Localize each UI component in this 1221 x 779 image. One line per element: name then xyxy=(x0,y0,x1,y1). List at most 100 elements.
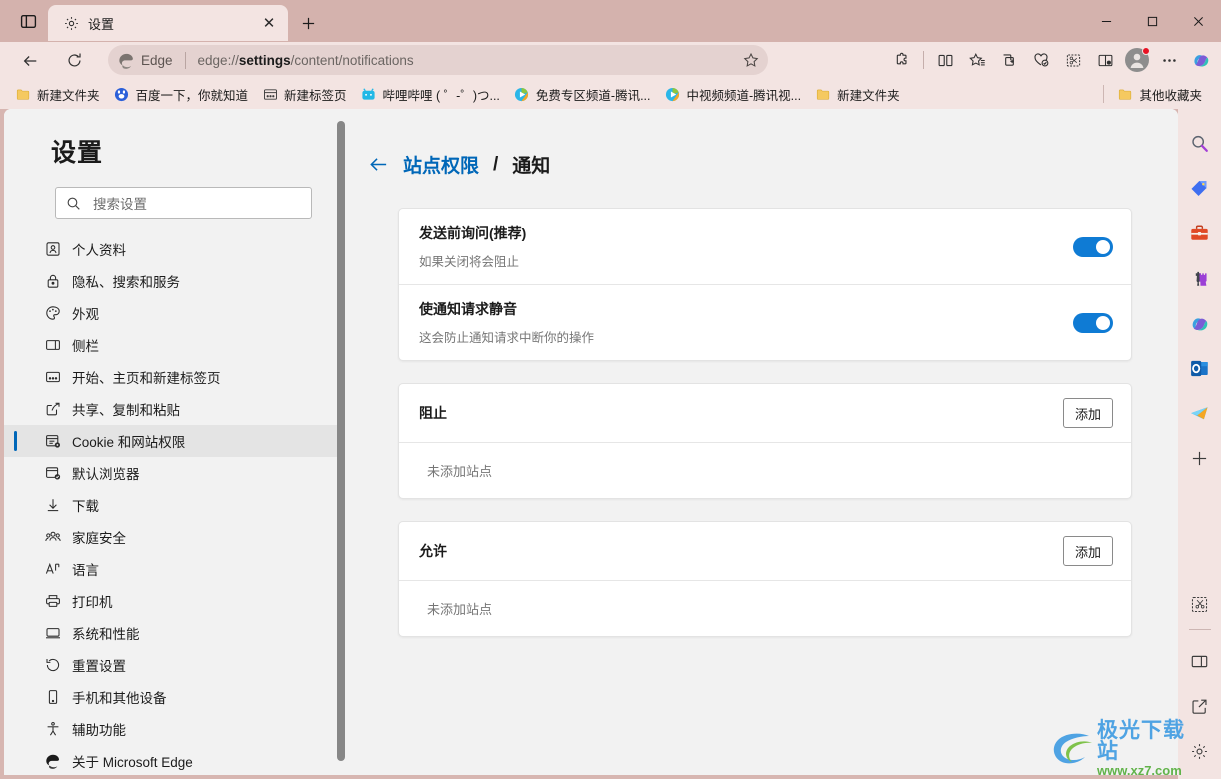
sidebar-item-label: 个人资料 xyxy=(72,243,126,258)
maximize-button[interactable] xyxy=(1129,0,1175,42)
sidebar-item-about-edge[interactable]: 关于 Microsoft Edge xyxy=(4,745,342,775)
sidebar-item-appearance[interactable]: 外观 xyxy=(4,297,342,329)
allow-list-empty: 未添加站点 xyxy=(399,580,1131,636)
bookmark-item[interactable]: 百度一下，你就知道 xyxy=(107,82,256,107)
other-favorites-button[interactable]: 其他收藏夹 xyxy=(1110,82,1209,107)
sidebar-item-system-performance[interactable]: 系统和性能 xyxy=(4,617,342,649)
copilot-icon[interactable] xyxy=(1185,45,1217,75)
new-tab-button[interactable] xyxy=(294,9,322,37)
setting-row-quiet-notification-requests[interactable]: 使通知请求静音 这会防止通知请求中断你的操作 xyxy=(399,284,1131,360)
block-list-title: 阻止 xyxy=(419,405,447,421)
bookmark-item[interactable]: 中视频频道-腾讯视... xyxy=(658,82,809,107)
allow-list-card: 允许 添加 未添加站点 xyxy=(398,521,1132,637)
breadcrumb-separator: / xyxy=(493,153,499,175)
breadcrumb-parent-link[interactable]: 站点权限 xyxy=(403,151,479,178)
screenshot-icon[interactable] xyxy=(1184,588,1216,620)
newtab-icon xyxy=(262,86,278,102)
sidebar-item-label: 下载 xyxy=(72,499,99,514)
read-aloud-icon[interactable] xyxy=(1089,45,1121,75)
tools-briefcase-icon[interactable] xyxy=(1184,217,1216,249)
accessibility-icon xyxy=(44,720,62,738)
add-allow-site-button[interactable]: 添加 xyxy=(1062,536,1113,566)
sidebar-item-languages[interactable]: 语言 xyxy=(4,553,342,585)
sidebar-item-share[interactable]: 共享、复制和粘贴 xyxy=(4,393,342,425)
settings-gear-icon[interactable] xyxy=(1184,735,1216,767)
games-icon[interactable] xyxy=(1184,262,1216,294)
close-icon[interactable]: ✕ xyxy=(258,12,280,34)
close-button[interactable] xyxy=(1175,0,1221,42)
open-external-icon[interactable] xyxy=(1184,690,1216,722)
browser-tab[interactable]: 设置 ✕ xyxy=(48,5,288,41)
sidebar-item-label: 打印机 xyxy=(72,595,113,610)
setting-row-ask-before-sending[interactable]: 发送前询问(推荐) 如果关闭将会阻止 xyxy=(399,209,1131,284)
page-content: 设置 搜索设置 个人资料 隐私、搜索和服务 外观 侧栏 开始、主页和新建标签页 … xyxy=(4,109,1178,775)
add-block-site-button[interactable]: 添加 xyxy=(1062,398,1113,428)
bookmark-label: 免费专区频道-腾讯... xyxy=(535,88,651,103)
block-list-empty: 未添加站点 xyxy=(399,442,1131,498)
bookmark-item[interactable]: 新建标签页 xyxy=(255,82,354,107)
sidebar-item-label: 重置设置 xyxy=(72,659,126,674)
toolbar-divider xyxy=(923,51,924,69)
browser-essentials-icon[interactable] xyxy=(1025,45,1057,75)
favorite-star-icon[interactable] xyxy=(738,47,764,73)
home-icon xyxy=(44,368,62,386)
page-title: 设置 xyxy=(51,139,104,167)
refresh-icon[interactable] xyxy=(58,46,90,76)
sidebar-item-printers[interactable]: 打印机 xyxy=(4,585,342,617)
back-arrow-icon[interactable] xyxy=(14,46,46,76)
bookmark-item[interactable]: 哔哩哔哩 ( ゜-゜)つ... xyxy=(354,82,507,107)
collections-icon[interactable] xyxy=(993,45,1025,75)
profile-avatar[interactable] xyxy=(1121,45,1153,75)
minimize-button[interactable] xyxy=(1083,0,1129,42)
sidebar-item-label: 侧栏 xyxy=(72,339,99,354)
sidebar-item-downloads[interactable]: 下载 xyxy=(4,489,342,521)
favorites-icon[interactable] xyxy=(961,45,993,75)
toggle-ask-before-sending[interactable] xyxy=(1073,236,1113,257)
split-screen-icon[interactable] xyxy=(929,45,961,75)
copilot-m365-icon[interactable] xyxy=(1184,307,1216,339)
setting-text: 发送前询问(推荐) 如果关闭将会阻止 xyxy=(419,223,1073,270)
telegram-icon[interactable] xyxy=(1184,397,1216,429)
split-view-icon[interactable] xyxy=(1184,645,1216,677)
bookmark-label: 新建标签页 xyxy=(284,88,347,103)
edge-logo-icon xyxy=(44,752,62,770)
edge-sidebar-divider xyxy=(1188,629,1211,630)
tab-actions-icon[interactable] xyxy=(14,7,42,35)
sidebar-item-family-safety[interactable]: 家庭安全 xyxy=(4,521,342,553)
sidebar-item-profile[interactable]: 个人资料 xyxy=(4,233,342,265)
sidebar-item-accessibility[interactable]: 辅助功能 xyxy=(4,713,342,745)
sidebar-item-cookies-permissions[interactable]: Cookie 和网站权限 xyxy=(4,425,342,457)
bookmark-item[interactable]: 新建文件夹 xyxy=(8,82,107,107)
sidebar-icon xyxy=(44,336,62,354)
avatar xyxy=(1125,47,1150,72)
edge-brand-badge: Edge xyxy=(118,52,173,69)
outlook-icon[interactable] xyxy=(1184,352,1216,384)
sidebar-item-reset-settings[interactable]: 重置设置 xyxy=(4,649,342,681)
drop-icon[interactable] xyxy=(1057,45,1089,75)
sidebar-item-default-browser[interactable]: 默认浏览器 xyxy=(4,457,342,489)
folder-icon xyxy=(1117,86,1133,102)
add-app-icon[interactable] xyxy=(1184,442,1216,474)
more-options-button[interactable] xyxy=(1153,45,1185,75)
toggle-quiet-notification-requests[interactable] xyxy=(1073,312,1113,333)
address-bar[interactable]: Edge edge://settings/content/notificatio… xyxy=(108,45,768,75)
sidebar-item-privacy[interactable]: 隐私、搜索和服务 xyxy=(4,265,342,297)
sidebar-item-phone-devices[interactable]: 手机和其他设备 xyxy=(4,681,342,713)
block-list-card: 阻止 添加 未添加站点 xyxy=(398,383,1132,499)
language-icon xyxy=(44,560,62,578)
shopping-tag-icon[interactable] xyxy=(1184,172,1216,204)
sidebar-scrollbar[interactable] xyxy=(337,121,345,761)
download-icon xyxy=(44,496,62,514)
window-controls xyxy=(1083,0,1221,42)
reset-icon xyxy=(44,656,62,674)
back-arrow-icon[interactable] xyxy=(368,154,389,175)
sidebar-item-startup[interactable]: 开始、主页和新建标签页 xyxy=(4,361,342,393)
extensions-icon[interactable] xyxy=(886,45,918,75)
search-icon[interactable] xyxy=(1184,127,1216,159)
bookmark-label: 新建文件夹 xyxy=(837,88,900,103)
sidebar-item-sidebar[interactable]: 侧栏 xyxy=(4,329,342,361)
cookie-permissions-icon xyxy=(44,432,62,450)
bookmark-item[interactable]: 新建文件夹 xyxy=(808,82,907,107)
search-input[interactable]: 搜索设置 xyxy=(55,187,312,219)
bookmark-item[interactable]: 免费专区频道-腾讯... xyxy=(507,82,658,107)
